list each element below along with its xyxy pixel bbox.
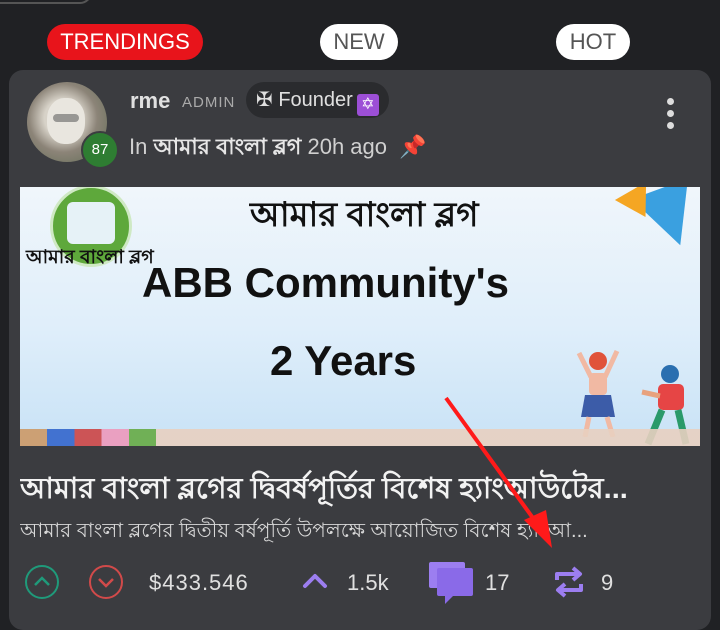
author-username[interactable]: rme: [130, 88, 170, 114]
comment-icon[interactable]: [427, 558, 475, 604]
community-prefix: In: [129, 134, 148, 159]
founder-badge-label: ✠ Founder: [256, 89, 353, 111]
comments-count[interactable]: 17: [485, 570, 509, 596]
founder-badge: ✠ Founder ✡: [246, 82, 389, 118]
votes-count[interactable]: 1.5k: [347, 570, 389, 596]
upvote-button[interactable]: [25, 565, 59, 599]
author-role: ADMIN: [182, 94, 236, 111]
banner-top-title: আমার বাংলা ব্লগ: [250, 196, 479, 234]
reblog-icon[interactable]: [549, 562, 589, 602]
reputation-badge: 87: [81, 131, 119, 169]
post-banner-image[interactable]: আমার বাংলা ব্লগ আমার বাংলা ব্লগ ABB Comm…: [20, 187, 700, 446]
post-excerpt[interactable]: আমার বাংলা ব্লগের দ্বিতীয় বর্ষপূর্তি উপ…: [20, 516, 700, 549]
tab-new[interactable]: NEW: [320, 24, 398, 60]
chevron-down-icon: [98, 578, 114, 588]
top-decoration: [0, 0, 92, 4]
banner-logo-text: আমার বাংলা ব্লগ: [26, 247, 154, 268]
votes-icon[interactable]: [301, 568, 329, 592]
banner-years: 2 Years: [270, 337, 417, 384]
dancer-illustration: [576, 349, 620, 437]
star-of-david-icon: ✡: [356, 94, 379, 116]
chevron-up-icon: [34, 576, 50, 586]
payout-value[interactable]: $433.546: [149, 570, 249, 596]
post-time: 20h ago: [307, 134, 387, 159]
post-title[interactable]: আমার বাংলা ব্লগের দ্বিবর্ষপূর্তির বিশেষ …: [20, 466, 705, 515]
more-options-icon[interactable]: [664, 98, 676, 134]
downvote-button[interactable]: [89, 565, 123, 599]
banner-main-title: ABB Community's: [142, 259, 510, 306]
tab-hot[interactable]: HOT: [556, 24, 630, 60]
reblogs-count[interactable]: 9: [601, 570, 613, 596]
post-card[interactable]: 87 rme ADMIN ✠ Founder ✡ In আমার বাংলা ব্…: [9, 70, 711, 630]
avatar-eyes: [53, 114, 79, 122]
community-link[interactable]: আমার বাংলা ব্লগ: [153, 134, 301, 159]
tab-trendings[interactable]: TRENDINGS: [47, 24, 203, 60]
post-actions: $433.546 1.5k 17 9: [9, 558, 711, 608]
pin-icon: 📌: [399, 134, 427, 159]
feed-tabs: TRENDINGS NEW HOT: [0, 0, 720, 70]
post-meta: In আমার বাংলা ব্লগ 20h ago 📌: [129, 130, 426, 167]
crowd-illustration: [20, 429, 700, 446]
